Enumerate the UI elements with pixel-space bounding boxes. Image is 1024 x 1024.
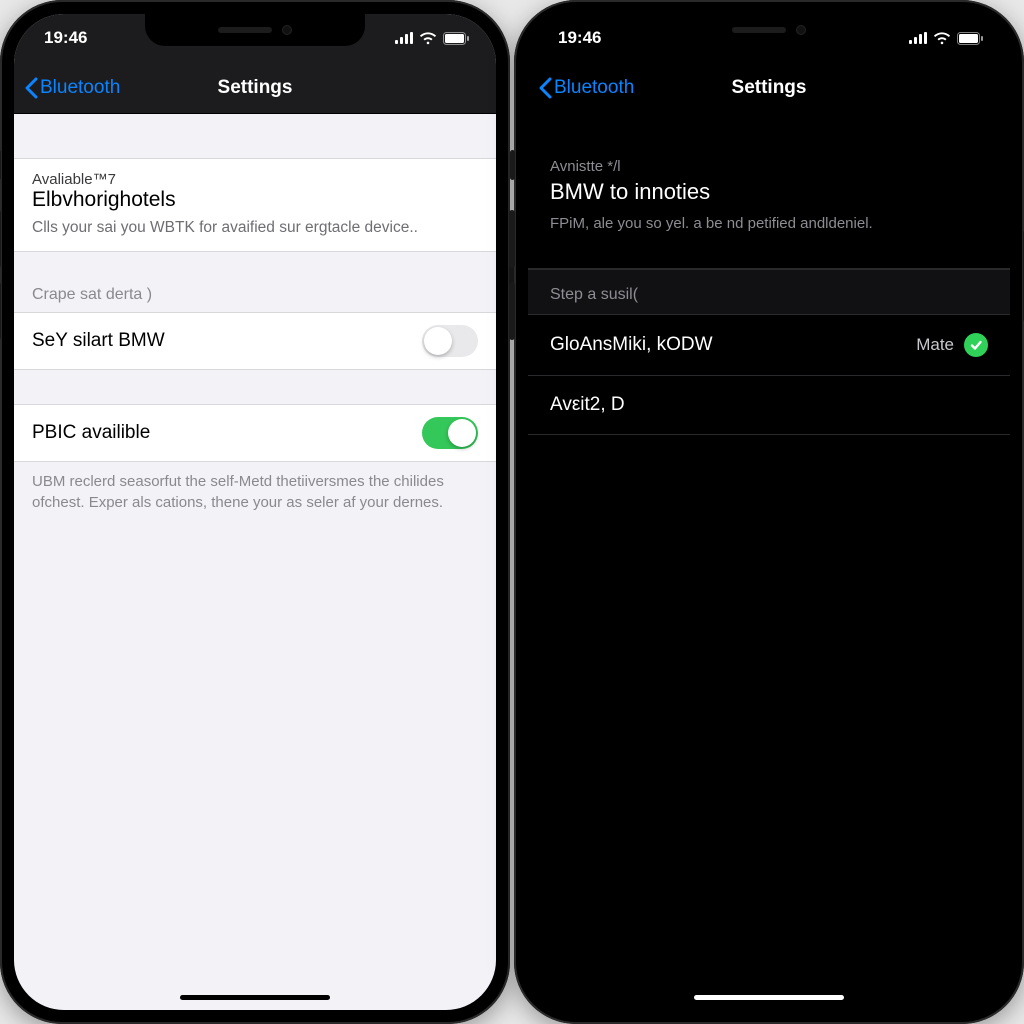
group2-footer: UBM reclerd seasorfut the self-Metd thet… — [14, 462, 496, 513]
mute-switch[interactable] — [0, 150, 1, 180]
notch — [659, 14, 879, 46]
group1-header: Crape sat derta ) — [14, 286, 496, 312]
hero-overline: Avaliable™7 — [32, 171, 478, 188]
wifi-icon — [933, 32, 951, 45]
speaker-grille — [218, 27, 272, 33]
toggle-pbic-availible[interactable] — [422, 417, 478, 449]
row-sey-silart-bmw[interactable]: SeY silart BMW — [14, 313, 496, 369]
back-button[interactable]: Bluetooth — [14, 77, 120, 99]
cellular-signal-icon — [909, 32, 927, 44]
battery-icon — [957, 32, 984, 45]
phone-right: 19:46 Bluetooth Settings — [514, 0, 1024, 1024]
hero-card: Avaliable™7 Elbvhorighotels Clls your sa… — [14, 158, 496, 252]
toggle-sey-silart-bmw[interactable] — [422, 325, 478, 357]
hero-block: Avnistte */l BMW to innoties FPiM, ale y… — [528, 114, 1010, 250]
back-label: Bluetooth — [554, 77, 634, 99]
speaker-grille — [732, 27, 786, 33]
row-pbic-availible[interactable]: PBIC availible — [14, 405, 496, 461]
group2-card: PBIC availible — [14, 404, 496, 462]
chevron-left-icon — [538, 77, 552, 99]
group-header: Step a susil( — [528, 269, 1010, 315]
hero-subtext: FPiM, ale you so yel. a be nd petified a… — [550, 215, 988, 232]
hero-headline: BMW to innoties — [550, 179, 988, 205]
row-label: SeY silart BMW — [32, 330, 165, 352]
wifi-icon — [419, 32, 437, 45]
phone-left: 19:46 Bluetooth Settings — [0, 0, 510, 1024]
cellular-signal-icon — [395, 32, 413, 44]
row-trailing-text: Mate — [916, 335, 954, 355]
hero-headline: Elbvhorighotels — [32, 188, 478, 212]
row-aveit2[interactable]: Avεit2, D — [528, 376, 1010, 435]
settings-content[interactable]: Avnistte */l BMW to innoties FPiM, ale y… — [528, 114, 1010, 1010]
volume-down-button[interactable] — [509, 282, 515, 340]
nav-bar: Bluetooth Settings — [528, 62, 1010, 114]
status-time: 19:46 — [44, 28, 87, 48]
volume-up-button[interactable] — [0, 210, 1, 268]
home-indicator[interactable] — [180, 995, 330, 1000]
notch — [145, 14, 365, 46]
hero-overline: Avnistte */l — [550, 158, 988, 175]
row-label: PBIC availible — [32, 422, 150, 444]
nav-bar: Bluetooth Settings — [14, 62, 496, 114]
checkmark-icon — [964, 333, 988, 357]
chevron-left-icon — [24, 77, 38, 99]
row-label: Avεit2, D — [550, 394, 625, 416]
mute-switch[interactable] — [510, 150, 515, 180]
home-indicator[interactable] — [694, 995, 844, 1000]
row-label: GloAnsMiki, kODW — [550, 334, 713, 356]
front-camera — [282, 25, 292, 35]
status-time: 19:46 — [558, 28, 601, 48]
back-button[interactable]: Bluetooth — [528, 77, 634, 99]
volume-down-button[interactable] — [0, 282, 1, 340]
front-camera — [796, 25, 806, 35]
row-gloansmiki[interactable]: GloAnsMiki, kODW Mate — [528, 315, 1010, 376]
settings-content[interactable]: Avaliable™7 Elbvhorighotels Clls your sa… — [14, 114, 496, 1010]
group1-card: SeY silart BMW — [14, 312, 496, 370]
back-label: Bluetooth — [40, 77, 120, 99]
battery-icon — [443, 32, 470, 45]
volume-up-button[interactable] — [509, 210, 515, 268]
hero-subtext: Clls your sai you WBTK for avaified sur … — [32, 218, 478, 239]
